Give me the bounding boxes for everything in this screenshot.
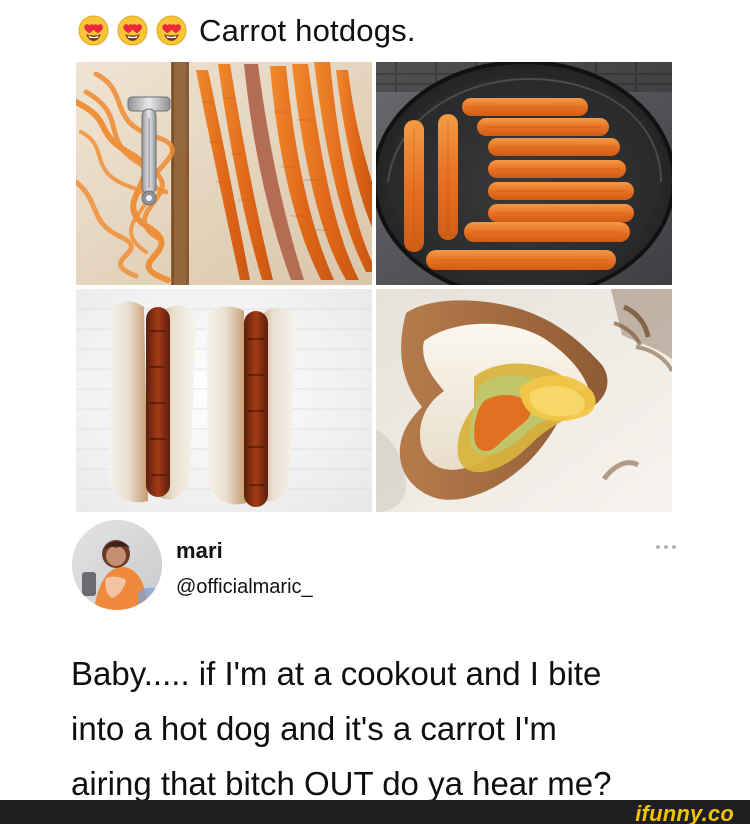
ellipsis-dot-icon — [672, 545, 676, 549]
heart-eyes-emoji-icon — [156, 14, 187, 46]
photo-carrots-on-board[interactable] — [76, 62, 372, 285]
photo-carrot-hotdogs[interactable] — [76, 289, 372, 512]
ellipsis-dot-icon — [656, 545, 660, 549]
watermark-bar: ifunny.co — [0, 800, 750, 824]
more-options-button[interactable] — [652, 542, 680, 552]
heart-eyes-emoji-icon — [78, 14, 109, 46]
bitten-hotdog-image — [376, 289, 672, 512]
tweet-text: Baby..... if I'm at a cookout and I bite… — [71, 655, 612, 802]
photo-carrots-in-pan[interactable] — [376, 62, 672, 285]
avatar[interactable] — [72, 520, 162, 610]
carrot-pan-image — [376, 62, 672, 285]
carrot-hotdog-image — [76, 289, 372, 512]
post-title-row: Carrot hotdogs. — [78, 10, 416, 50]
post-title: Carrot hotdogs. — [199, 12, 416, 48]
heart-eyes-emoji-icon — [117, 14, 148, 46]
photo-carrot-hotdog-bitten[interactable] — [376, 289, 672, 512]
carrot-board-image — [76, 62, 372, 285]
user-handle[interactable]: @officialmaric_ — [176, 576, 313, 599]
meme-page: Carrot hotdogs. mari @officialmaric_ Bab… — [0, 0, 750, 824]
user-info: mari @officialmaric_ — [176, 538, 313, 599]
tweet-header: mari @officialmaric_ — [72, 520, 682, 616]
profile-photo-avatar-icon — [72, 520, 162, 610]
ifunny-watermark: ifunny.co — [635, 801, 734, 824]
display-name[interactable]: mari — [176, 538, 313, 564]
photo-grid — [76, 62, 674, 512]
ellipsis-dot-icon — [664, 545, 668, 549]
